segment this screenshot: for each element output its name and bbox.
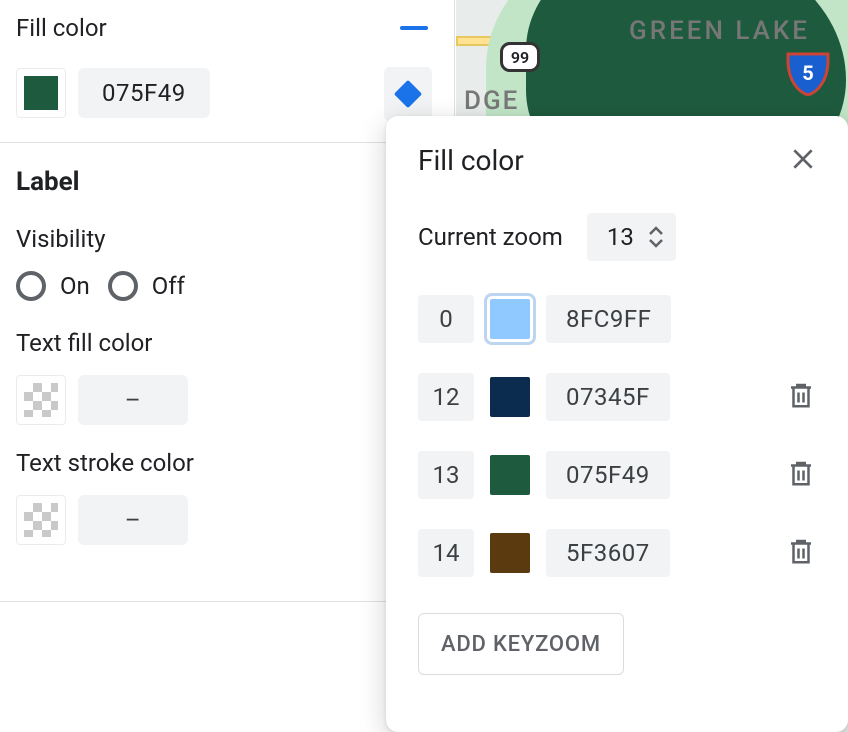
text-stroke-hex-input[interactable]: –	[78, 495, 188, 545]
text-stroke-swatch[interactable]	[16, 495, 66, 545]
text-fill-color-row: –	[16, 375, 438, 449]
keyzoom-toggle-button[interactable]	[384, 67, 432, 121]
add-keyzoom-button[interactable]: ADD KEYZOOM	[418, 613, 624, 675]
current-zoom-label: Current zoom	[418, 223, 563, 251]
fill-color-label: Fill color	[16, 14, 107, 42]
keyzoom-hex-input[interactable]: 07345F	[546, 373, 670, 421]
keyzoom-hex-input[interactable]: 5F3607	[546, 529, 670, 577]
popup-title: Fill color	[418, 144, 524, 177]
keyzoom-hex-input[interactable]: 075F49	[546, 451, 670, 499]
radio-icon	[16, 271, 46, 301]
highway-shield-99: 99	[500, 42, 540, 72]
delete-keyzoom-button[interactable]	[786, 536, 816, 570]
fill-color-popup: Fill color Current zoom 13 0 8FC9FF 12 0734…	[386, 116, 848, 732]
trash-icon	[786, 536, 816, 566]
collapse-icon[interactable]	[400, 26, 428, 30]
label-heading: Label	[16, 167, 438, 197]
visibility-on-label: On	[60, 272, 90, 300]
text-fill-color-label: Text fill color	[16, 329, 438, 357]
keyzoom-zoom-input[interactable]: 0	[418, 295, 474, 343]
chevron-down-icon	[648, 237, 664, 249]
keyzoom-swatch[interactable]	[490, 377, 530, 417]
keyzoom-hex-input[interactable]: 8FC9FF	[546, 295, 671, 343]
keyzoom-swatch[interactable]	[490, 455, 530, 495]
text-fill-hex-input[interactable]: –	[78, 375, 188, 425]
current-zoom-stepper[interactable]: 13	[587, 213, 676, 261]
visibility-radio-group: On Off	[16, 271, 438, 301]
keyzoom-row: 12 07345F	[418, 373, 816, 421]
trash-icon	[786, 458, 816, 488]
text-fill-swatch[interactable]	[16, 375, 66, 425]
current-zoom-row: Current zoom 13	[418, 213, 816, 261]
trash-icon	[786, 380, 816, 410]
map-label-greenlake: GREEN LAKE	[629, 16, 810, 46]
visibility-label: Visibility	[16, 225, 438, 253]
keyzoom-swatch[interactable]	[490, 299, 530, 339]
svg-text:5: 5	[802, 61, 813, 85]
interstate-shield-5: 5	[786, 50, 830, 96]
keyzoom-row: 14 5F3607	[418, 529, 816, 577]
keyzoom-zoom-input[interactable]: 13	[418, 451, 474, 499]
keyzoom-row: 13 075F49	[418, 451, 816, 499]
keyzoom-zoom-input[interactable]: 12	[418, 373, 474, 421]
close-button[interactable]	[790, 146, 816, 176]
visibility-on-option[interactable]: On	[16, 271, 90, 301]
text-stroke-color-label: Text stroke color	[16, 449, 438, 477]
close-icon	[790, 146, 816, 172]
keyzoom-zoom-input[interactable]: 14	[418, 529, 474, 577]
visibility-off-label: Off	[152, 272, 185, 300]
fill-color-swatch[interactable]	[16, 68, 66, 118]
delete-keyzoom-button[interactable]	[786, 380, 816, 414]
radio-icon	[108, 271, 138, 301]
diamond-icon	[394, 80, 422, 108]
map-label-dge: DGE	[464, 86, 519, 116]
fill-color-hex-input[interactable]: 075F49	[78, 68, 210, 118]
chevron-up-icon	[648, 225, 664, 237]
keyzoom-swatch[interactable]	[490, 533, 530, 573]
text-stroke-color-row: –	[16, 495, 438, 569]
fill-color-section-header[interactable]: Fill color	[0, 0, 454, 56]
delete-keyzoom-button[interactable]	[786, 458, 816, 492]
stepper-icons[interactable]	[648, 225, 664, 249]
visibility-off-option[interactable]: Off	[108, 271, 185, 301]
keyzoom-row: 0 8FC9FF	[418, 295, 816, 343]
current-zoom-value: 13	[607, 223, 634, 251]
